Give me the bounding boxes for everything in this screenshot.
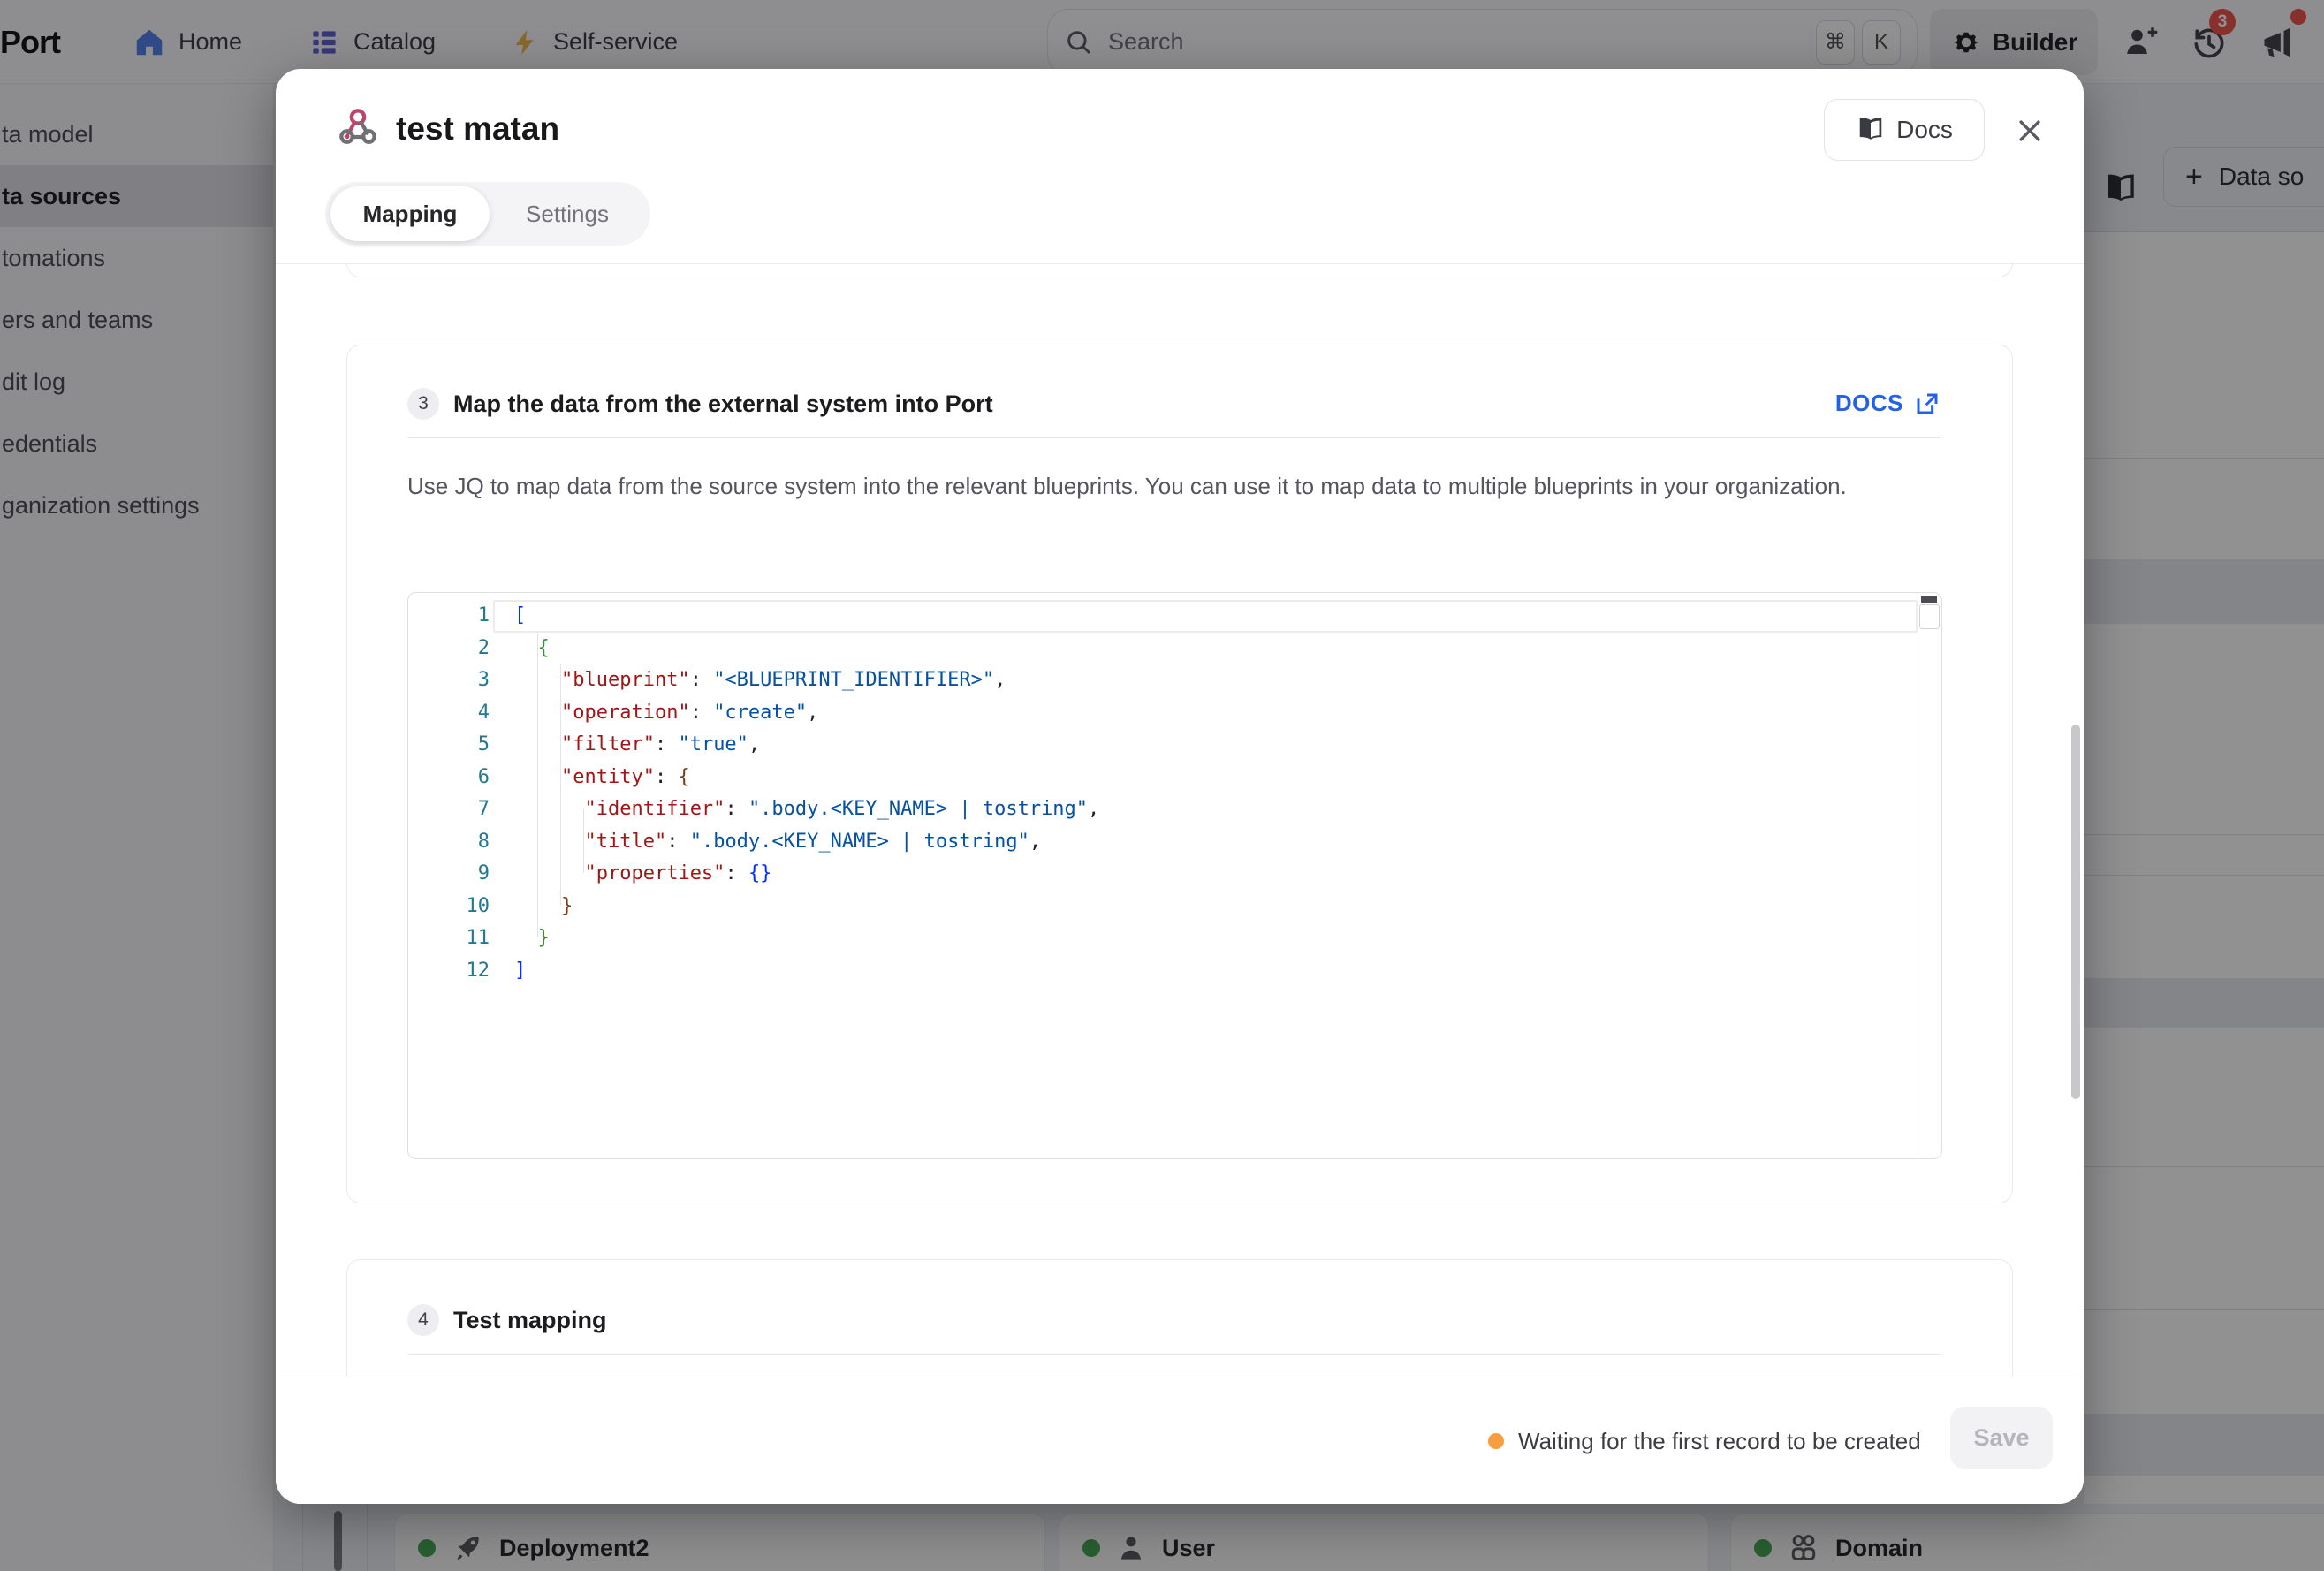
- screen: Port Home Catalog Self-service: [0, 0, 2324, 1571]
- close-button[interactable]: [2009, 110, 2050, 151]
- section-map-data: 3 Map the data from the external system …: [346, 345, 2013, 1203]
- code-line[interactable]: 9 "properties": {}: [408, 858, 1916, 891]
- tab-mapping[interactable]: Mapping: [330, 186, 490, 241]
- code-line[interactable]: 12]: [408, 955, 1916, 988]
- modal-scroll-area[interactable]: 3 Map the data from the external system …: [276, 263, 2084, 1377]
- code-editor[interactable]: 1[2 {3 "blueprint": "<BLUEPRINT_IDENTIFI…: [407, 592, 1942, 1159]
- code-line[interactable]: 10 }: [408, 891, 1916, 923]
- line-number: 6: [408, 762, 514, 794]
- code-line[interactable]: 1[: [408, 600, 1916, 633]
- status-indicator: Waiting for the first record to be creat…: [1488, 1377, 1921, 1505]
- line-number: 1: [408, 600, 514, 633]
- section-title: Test mapping: [453, 1304, 607, 1336]
- section-number-badge: 4: [407, 1304, 439, 1336]
- section-divider: [407, 437, 1940, 438]
- line-number: 10: [408, 891, 514, 923]
- line-number: 9: [408, 858, 514, 891]
- docs-button[interactable]: Docs: [1824, 99, 1985, 161]
- line-number: 12: [408, 955, 514, 988]
- docs-button-label: Docs: [1896, 116, 1953, 144]
- docs-link[interactable]: DOCS: [1835, 390, 1940, 417]
- code-line[interactable]: 6 "entity": {: [408, 762, 1916, 794]
- section-test-mapping: 4 Test mapping: [346, 1259, 2013, 1377]
- modal-scrollbar-thumb[interactable]: [2071, 725, 2080, 1099]
- line-number: 2: [408, 633, 514, 665]
- tab-group: Mapping Settings: [325, 182, 650, 246]
- overview-ruler-mark: [1921, 596, 1937, 603]
- line-number: 3: [408, 664, 514, 697]
- code-lines: 1[2 {3 "blueprint": "<BLUEPRINT_IDENTIFI…: [408, 600, 1916, 987]
- section-number-badge: 3: [407, 388, 439, 420]
- modal-title: test matan: [396, 110, 559, 148]
- code-line[interactable]: 4 "operation": "create",: [408, 697, 1916, 730]
- webhook-icon: [338, 108, 378, 147]
- docs-link-label: DOCS: [1835, 390, 1903, 417]
- tab-settings[interactable]: Settings: [490, 186, 645, 241]
- close-icon: [2015, 116, 2045, 146]
- code-line[interactable]: 5 "filter": "true",: [408, 729, 1916, 762]
- minimap-slider[interactable]: [1919, 604, 1940, 629]
- code-line[interactable]: 11 }: [408, 922, 1916, 955]
- waiting-dot: [1488, 1433, 1504, 1449]
- section-title: Map the data from the external system in…: [453, 388, 993, 420]
- code-line[interactable]: 3 "blueprint": "<BLUEPRINT_IDENTIFIER>",: [408, 664, 1916, 697]
- section-divider: [407, 1354, 1940, 1355]
- line-number: 5: [408, 729, 514, 762]
- line-number: 11: [408, 922, 514, 955]
- modal-footer: Waiting for the first record to be creat…: [276, 1377, 2084, 1504]
- save-button[interactable]: Save: [1950, 1407, 2053, 1469]
- line-number: 8: [408, 826, 514, 859]
- data-source-modal: test matan Docs Mapping Settings 3 Map t…: [276, 69, 2084, 1504]
- external-link-icon: [1914, 391, 1940, 417]
- code-line[interactable]: 2 {: [408, 633, 1916, 665]
- code-line[interactable]: 8 "title": ".body.<KEY_NAME> | tostring"…: [408, 826, 1916, 859]
- previous-card-sliver: [346, 263, 2013, 277]
- code-line[interactable]: 7 "identifier": ".body.<KEY_NAME> | tost…: [408, 793, 1916, 826]
- section-description: Use JQ to map data from the source syste…: [407, 466, 1896, 507]
- line-number: 4: [408, 697, 514, 730]
- status-text: Waiting for the first record to be creat…: [1518, 1428, 1921, 1455]
- book-icon: [1856, 117, 1886, 143]
- line-number: 7: [408, 793, 514, 826]
